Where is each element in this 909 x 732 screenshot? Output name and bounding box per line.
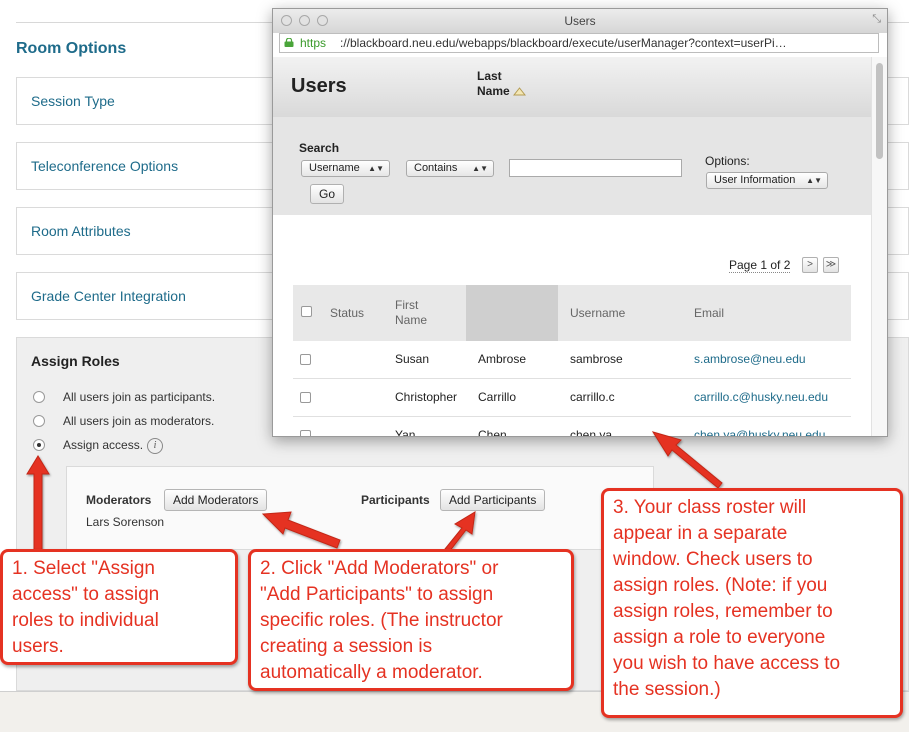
callout-line: 3. Your class roster will	[613, 497, 807, 518]
callout-step-1: 1. Select "Assign access" to assign role…	[0, 549, 238, 665]
callout-line: the session.)	[613, 679, 721, 700]
callout-line: creating a session is	[260, 636, 433, 657]
callout-line: 1. Select "Assign	[12, 558, 155, 579]
callout-line: window. Check users to	[613, 549, 813, 570]
callout-line: assign roles, remember to	[613, 601, 833, 622]
callout-step-3: 3. Your class roster will appear in a se…	[601, 488, 903, 718]
callout-line: access" to assign	[12, 584, 160, 605]
arrow-to-add-participants	[444, 511, 476, 553]
callout-line: specific roles. (The instructor	[260, 610, 503, 631]
arrow-to-assign-access	[26, 455, 50, 554]
callout-step-2: 2. Click "Add Moderators" or "Add Partic…	[248, 549, 574, 691]
callout-line: 2. Click "Add Moderators" or	[260, 558, 499, 579]
callout-line: you wish to have access to	[613, 653, 841, 674]
callout-line: assign a role to everyone	[613, 627, 826, 648]
callout-line: automatically a moderator.	[260, 662, 483, 683]
callout-line: users.	[12, 636, 64, 657]
callout-line: appear in a separate	[613, 523, 788, 544]
callout-line: roles to individual	[12, 610, 159, 631]
arrow-to-add-moderators	[261, 511, 341, 549]
arrow-to-popup-window	[651, 431, 723, 489]
callout-line: assign roles. (Note: if you	[613, 575, 828, 596]
callout-line: "Add Participants" to assign	[260, 584, 494, 605]
